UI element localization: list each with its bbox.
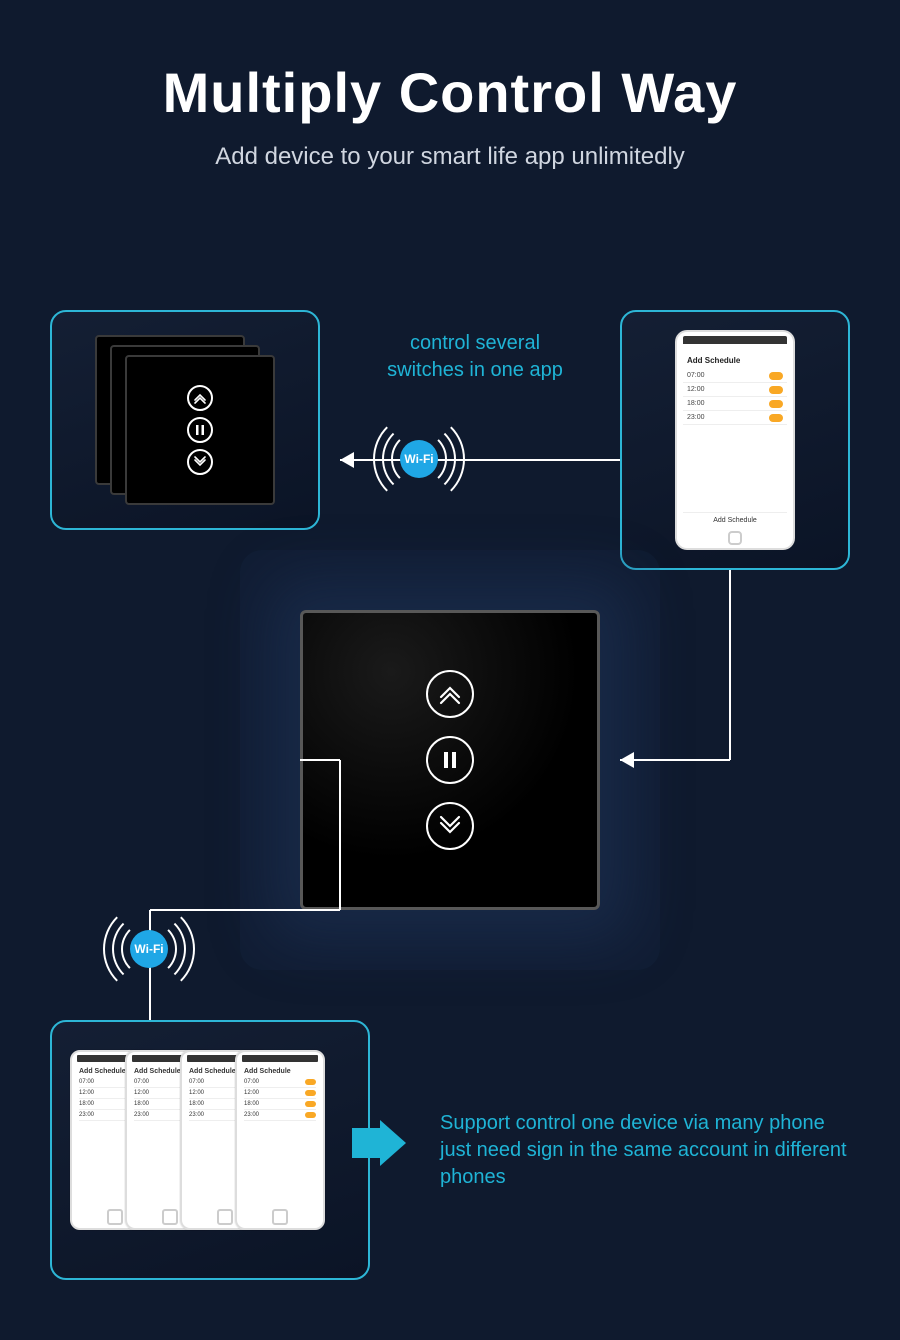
caption-top: control several switches in one app: [370, 330, 580, 384]
single-phone-group: Add Schedule 07:00 12:00 18:00 23:00 Add…: [620, 310, 850, 570]
open-up-icon: [187, 385, 213, 411]
wifi-icon: Wi-Fi: [130, 930, 168, 968]
toggle-icon: [769, 372, 783, 380]
app-screen-title: Add Schedule: [687, 356, 787, 365]
close-down-icon: [187, 449, 213, 475]
pause-icon: [426, 736, 474, 784]
page-subtitle: Add device to your smart life app unlimi…: [0, 143, 900, 171]
close-down-icon: [426, 802, 474, 850]
open-up-icon: [426, 670, 474, 718]
add-schedule-button: Add Schedule: [683, 512, 787, 528]
page-title: Multiply Control Way: [0, 60, 900, 125]
phone-mockup: Add Schedule07:0012:0018:0023:00: [235, 1050, 325, 1230]
main-switch-panel: [300, 610, 600, 910]
switch-panel: [125, 355, 275, 505]
multi-switch-panel-group: [50, 310, 320, 530]
home-button-icon: [728, 531, 742, 545]
pause-icon: [187, 417, 213, 443]
wifi-icon: Wi-Fi: [400, 440, 438, 478]
toggle-icon: [769, 386, 783, 394]
caption-bottom: Support control one device via many phon…: [440, 1110, 860, 1191]
toggle-icon: [769, 400, 783, 408]
toggle-icon: [769, 414, 783, 422]
phone-mockup: Add Schedule 07:00 12:00 18:00 23:00 Add…: [675, 330, 795, 550]
multi-phone-group: Add Schedule07:0012:0018:0023:00 Add Sch…: [50, 1020, 370, 1280]
